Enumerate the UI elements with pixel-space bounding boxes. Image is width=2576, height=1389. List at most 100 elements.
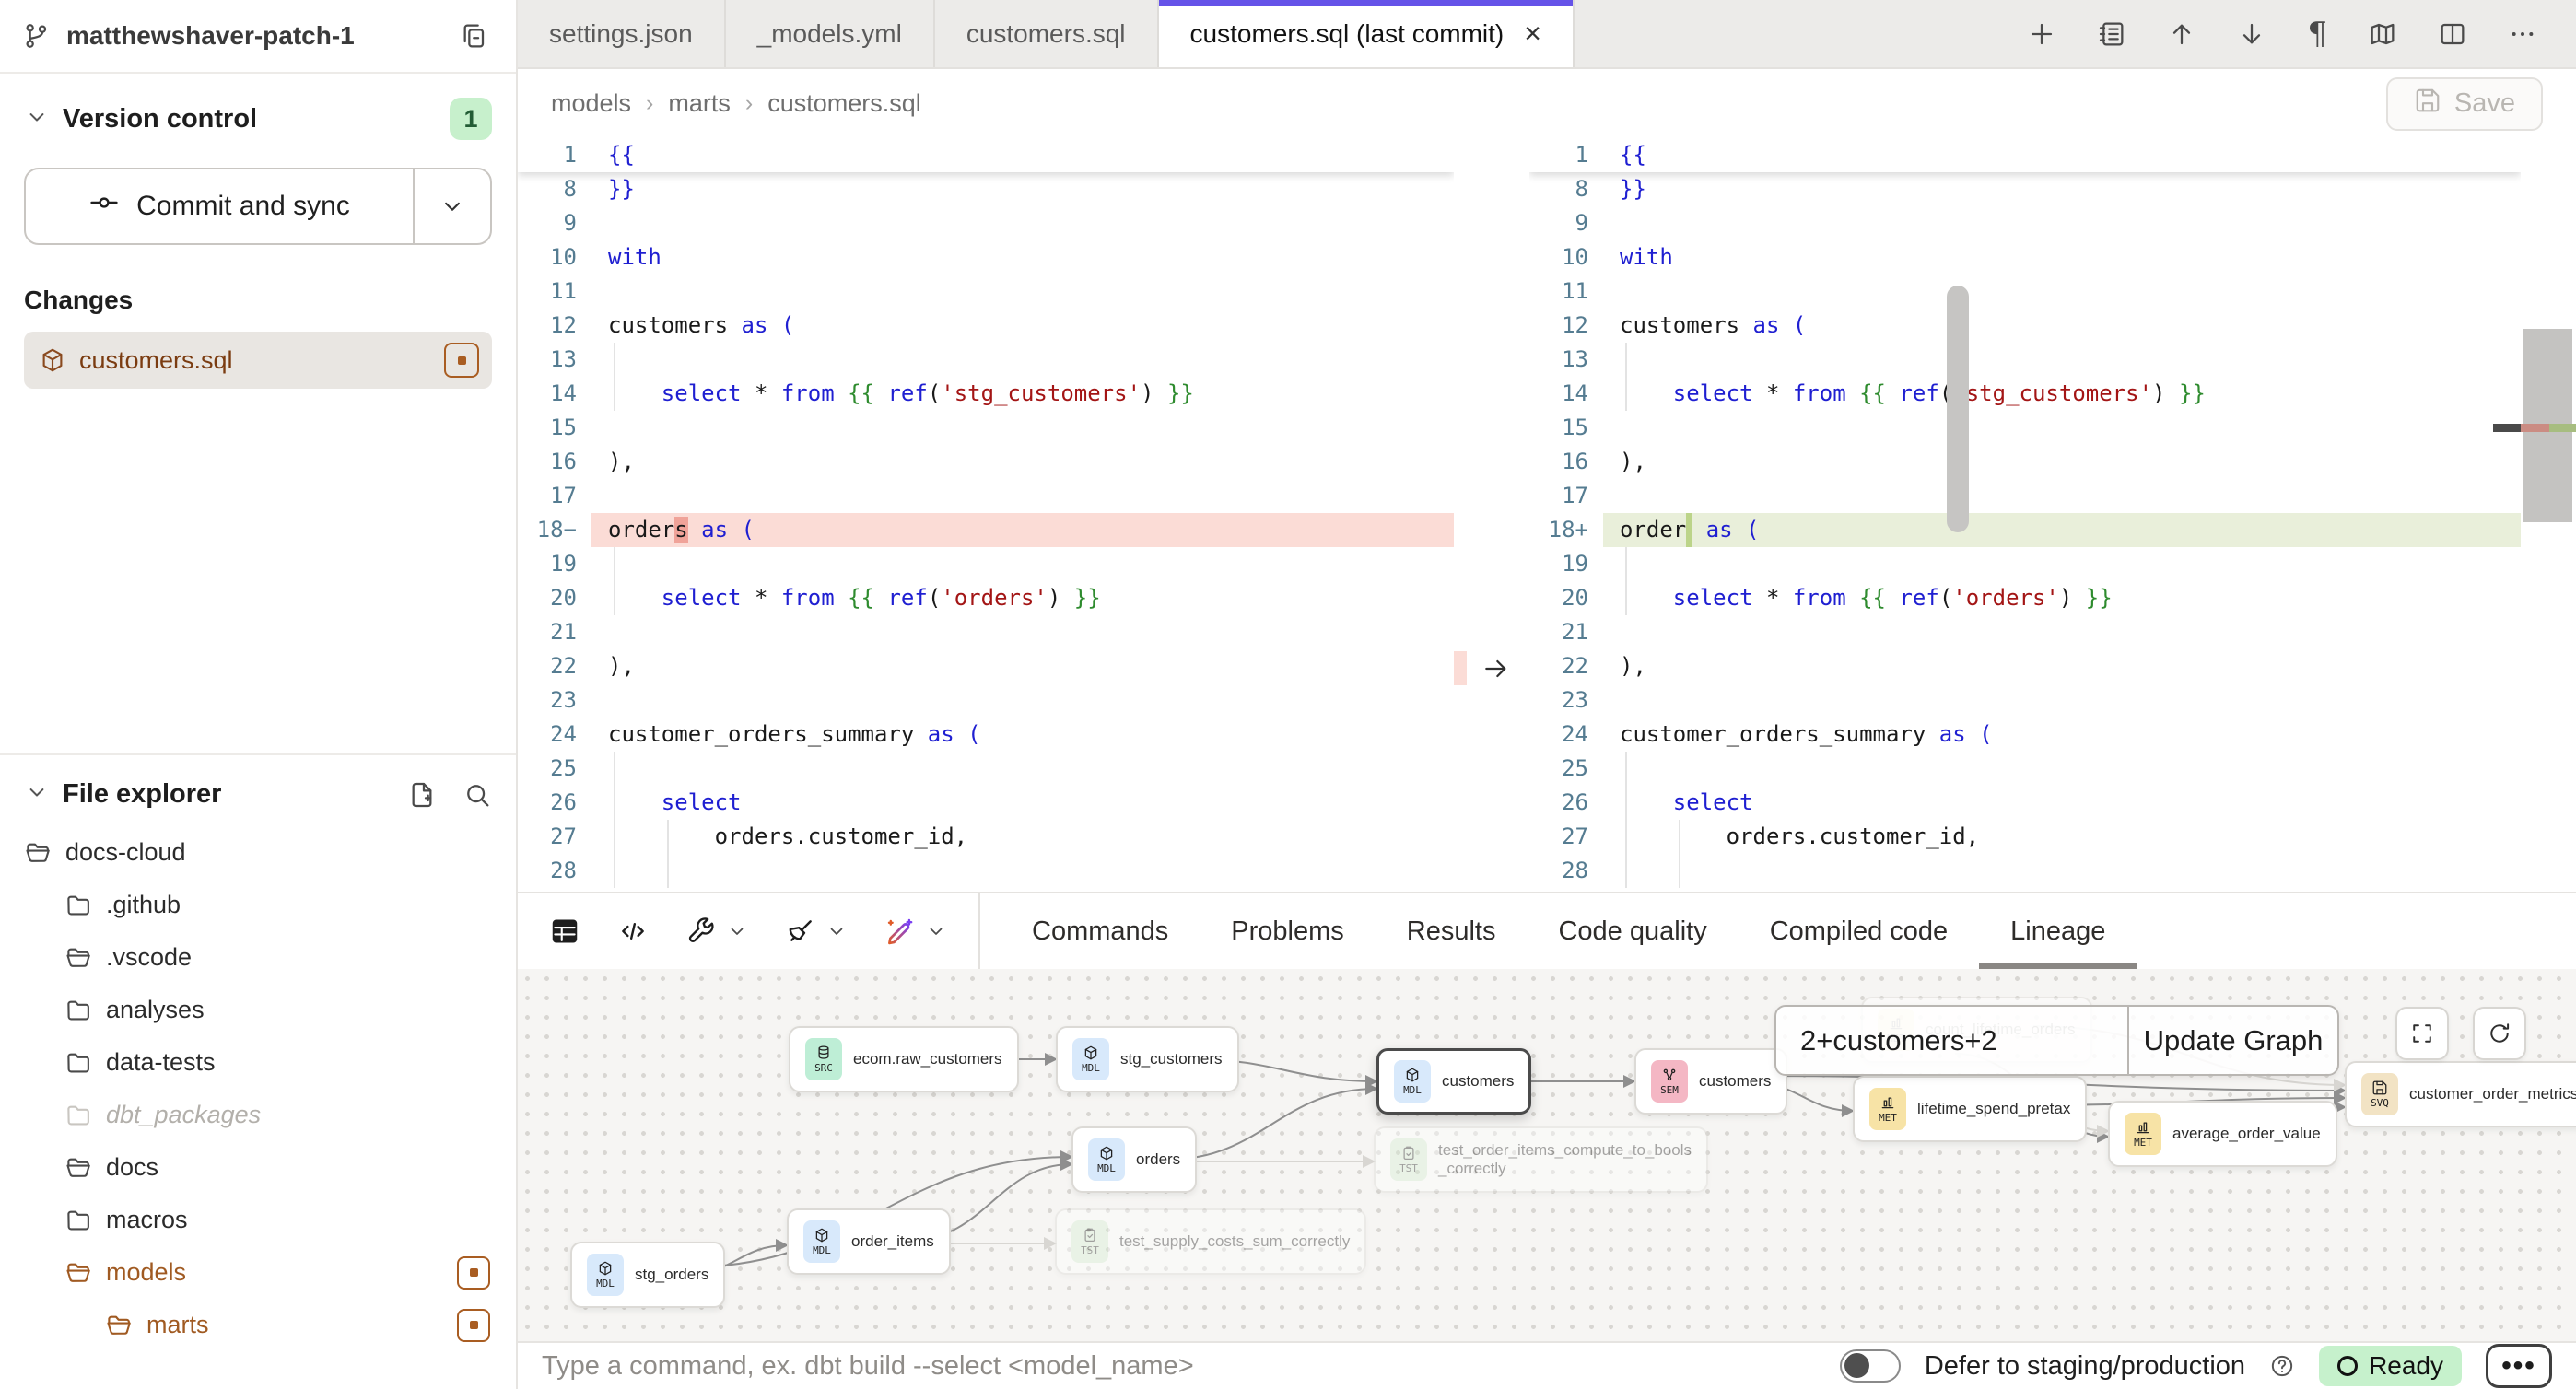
line-number: 27	[518, 820, 591, 854]
file-tree-item-docs[interactable]: docs	[24, 1141, 492, 1194]
lineage-node-custsel[interactable]: MDLcustomers	[1376, 1048, 1531, 1115]
file-tree-item-label: docs	[106, 1153, 492, 1182]
tab--models-yml[interactable]: _models.yml	[726, 0, 935, 67]
ruler-added-mark	[2549, 424, 2576, 432]
line-number: 23	[518, 683, 591, 718]
tab-customers-sql[interactable]: customers.sql	[935, 0, 1159, 67]
node-label: orders	[1136, 1150, 1180, 1169]
commit-and-sync-button[interactable]: Commit and sync	[24, 168, 492, 245]
file-tree-item-marts[interactable]: marts	[24, 1299, 492, 1351]
table-tool-button[interactable]	[549, 916, 580, 947]
file-tree-item-label: analyses	[106, 996, 492, 1024]
lineage-node-orditems[interactable]: MDLorder_items	[787, 1208, 951, 1275]
broom-tool-button[interactable]	[785, 916, 848, 947]
node-type-badge-sem: SEM	[1651, 1060, 1688, 1103]
tab-settings-json[interactable]: settings.json	[518, 0, 726, 67]
wrench-tool-button[interactable]	[685, 916, 748, 947]
changed-file-row[interactable]: customers.sql	[24, 332, 492, 389]
ruler-removed-mark	[2521, 424, 2549, 432]
chevron-down-icon[interactable]	[24, 104, 50, 134]
save-icon	[2414, 87, 2441, 122]
line-content	[591, 479, 1454, 513]
dots-h-icon[interactable]	[2508, 19, 2537, 49]
map-icon[interactable]	[2368, 19, 2397, 49]
panel-tab-results[interactable]: Results	[1376, 893, 1528, 969]
revert-change-arrow[interactable]	[1476, 651, 1516, 685]
code-line-22: 22),	[518, 649, 1454, 683]
command-input[interactable]: Type a command, ex. dbt build --select <…	[542, 1351, 1816, 1382]
line-content	[591, 683, 1454, 718]
more-options-button[interactable]: •••	[2486, 1344, 2552, 1388]
lineage-node-metrics[interactable]: SVQcustomer_order_metrics	[2345, 1061, 2576, 1127]
file-tree-item-data-tests[interactable]: data-tests	[24, 1036, 492, 1089]
line-number: 17	[518, 479, 591, 513]
panel-tab-lineage[interactable]: Lineage	[1979, 893, 2137, 969]
file-tree-item-docs-cloud[interactable]: docs-cloud	[24, 826, 492, 879]
search-icon[interactable]	[463, 780, 492, 810]
plus-icon[interactable]	[2027, 19, 2056, 49]
breadcrumb-item[interactable]: customers.sql	[767, 89, 921, 118]
lineage-node-orders[interactable]: MDLorders	[1071, 1126, 1197, 1193]
breadcrumb-separator: ›	[646, 90, 653, 117]
file-tree-item-vscode[interactable]: .vscode	[24, 931, 492, 984]
update-graph-button[interactable]: Update Graph	[2127, 1007, 2337, 1074]
close-icon[interactable]: ×	[1524, 17, 1541, 51]
lineage-node-ecom[interactable]: SRCecom.raw_customers	[789, 1026, 1019, 1092]
diff-overview-ruler[interactable]	[2521, 138, 2576, 892]
codetag-tool-button[interactable]	[617, 916, 649, 947]
line-content: ),	[1603, 445, 2521, 479]
line-content	[591, 854, 1454, 888]
node-type-badge-mdl: MDL	[1072, 1038, 1109, 1080]
lineage-canvas[interactable]: METcount_lifetime_ordersSRCecom.raw_cust…	[518, 969, 2576, 1341]
lineage-node-stgord[interactable]: MDLstg_orders	[570, 1242, 725, 1308]
breadcrumb-item[interactable]: models	[551, 89, 631, 118]
lineage-node-stgcust[interactable]: MDLstg_customers	[1056, 1026, 1239, 1092]
diff-panel-modified[interactable]: 8}}910with1112customers as (1314 select …	[1529, 138, 2521, 892]
code-line-24: 24customer_orders_summary as (	[518, 718, 1454, 752]
line-content: {{	[591, 138, 1454, 172]
arrow-up-icon[interactable]	[2167, 19, 2196, 49]
copy-icon[interactable]	[459, 21, 488, 51]
lineage-node-custsem[interactable]: SEMcustomers	[1634, 1048, 1787, 1115]
list-icon[interactable]	[2097, 19, 2126, 49]
lineage-node-avgord[interactable]: METaverage_order_value	[2108, 1101, 2337, 1167]
diff-editor[interactable]: 8}}910with1112customers as (1314 select …	[518, 138, 2576, 892]
node-label: lifetime_spend_pretax	[1917, 1100, 2070, 1118]
panel-tab-code-quality[interactable]: Code quality	[1527, 893, 1738, 969]
line-number: 22	[1529, 649, 1603, 683]
line-content: select	[1603, 786, 2521, 820]
tab-customers-sql-last-commit-[interactable]: customers.sql (last commit)×	[1159, 0, 1575, 67]
chevron-down-icon[interactable]	[24, 779, 50, 810]
magic-tool-button[interactable]	[884, 916, 947, 947]
lineage-node-lifetime[interactable]: METlifetime_spend_pretax	[1853, 1076, 2087, 1142]
lineage-selector-input[interactable]: 2+customers+2	[1776, 1007, 2127, 1074]
code-line-20: 20 select * from {{ ref('orders') }}	[518, 581, 1454, 615]
file-tree-item-analyses[interactable]: analyses	[24, 984, 492, 1036]
panel-tab-compiled-code[interactable]: Compiled code	[1739, 893, 1979, 969]
refresh-graph-button[interactable]	[2473, 1007, 2526, 1060]
file-tree-item-github[interactable]: .github	[24, 879, 492, 931]
lineage-node-tstsup[interactable]: TSTtest_supply_costs_sum_correctly	[1055, 1208, 1366, 1275]
arrow-down-icon[interactable]	[2237, 19, 2266, 49]
new-file-icon[interactable]	[407, 780, 437, 810]
pilcrow-icon[interactable]: ¶	[2307, 16, 2327, 53]
file-tree-item-models[interactable]: models	[24, 1246, 492, 1299]
lineage-node-tstord[interactable]: TSTtest_order_items_compute_to_bools_cor…	[1374, 1126, 1708, 1193]
save-button[interactable]: Save	[2386, 77, 2543, 131]
code-line-9: 9	[518, 206, 1454, 240]
columns-icon[interactable]	[2438, 19, 2467, 49]
fullscreen-button[interactable]	[2395, 1007, 2449, 1060]
file-tree-item-macros[interactable]: macros	[24, 1194, 492, 1246]
commit-options-caret[interactable]	[413, 169, 490, 243]
help-question-icon[interactable]	[2269, 1353, 2295, 1379]
breadcrumb-item[interactable]: marts	[668, 89, 731, 118]
panel-tab-commands[interactable]: Commands	[1001, 893, 1200, 969]
line-content: customers as (	[591, 309, 1454, 343]
defer-toggle[interactable]	[1840, 1349, 1901, 1383]
file-tree-item-dbt_packages[interactable]: dbt_packages	[24, 1089, 492, 1141]
diff-panel-original[interactable]: 8}}910with1112customers as (1314 select …	[518, 138, 1454, 892]
panel-tab-problems[interactable]: Problems	[1200, 893, 1376, 969]
left-panel-scrollbar[interactable]	[1947, 286, 1969, 532]
dbt-ide-window: matthewshaver-patch-1 Version control 1 …	[0, 0, 2576, 1389]
line-content	[1603, 547, 2521, 581]
